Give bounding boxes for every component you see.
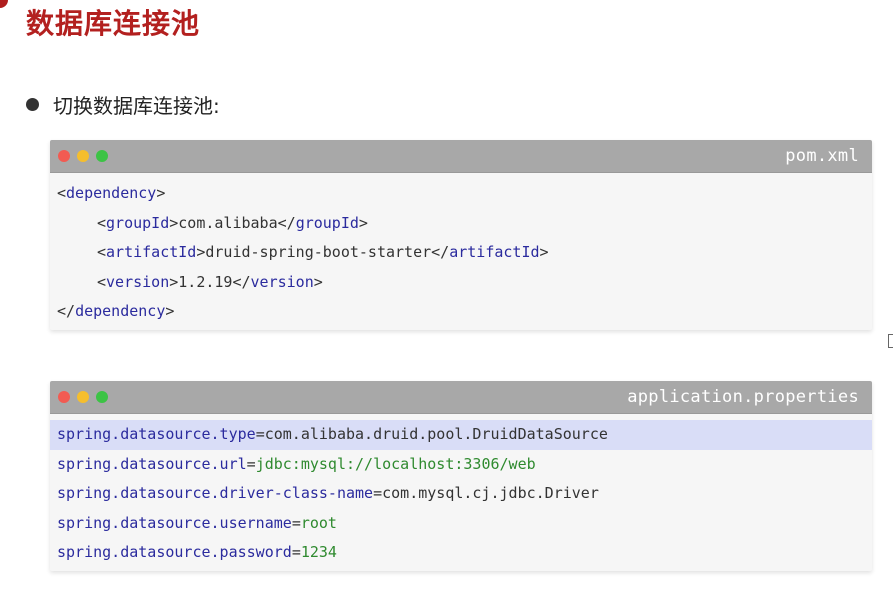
side-bracket-mark (888, 334, 893, 348)
property-line: spring.datasource.username=root (50, 509, 872, 539)
minimize-dot-icon (77, 150, 89, 162)
property-equals: = (246, 454, 256, 473)
close-dot-icon (58, 150, 70, 162)
code-line: <version>1.2.19</version> (50, 268, 872, 298)
xml-bracket: > (165, 302, 175, 320)
properties-titlebar: application.properties (50, 381, 872, 414)
pom-titlebar: pom.xml (50, 140, 872, 173)
maximize-dot-icon (96, 391, 108, 403)
xml-tag-name: artifactId (106, 243, 197, 261)
code-line: </dependency> (50, 297, 872, 327)
xml-bracket: > (169, 272, 179, 291)
property-value: 1234 (300, 543, 337, 561)
property-line: spring.datasource.driver-class-name=com.… (50, 479, 872, 509)
property-value: com.mysql.cj.jdbc.Driver (382, 484, 599, 502)
xml-value: 1.2.19 (178, 272, 233, 291)
xml-bracket: > (539, 243, 549, 261)
property-line: spring.datasource.password=1234 (50, 538, 872, 568)
xml-tag-name: version (106, 272, 170, 291)
xml-bracket: </ (277, 213, 296, 232)
xml-bracket: < (97, 213, 107, 232)
properties-code-window: application.properties spring.datasource… (50, 381, 872, 571)
xml-value: com.alibaba (178, 213, 278, 232)
property-key: spring.datasource.type (57, 425, 256, 443)
property-equals: = (373, 484, 383, 502)
xml-bracket: </ (232, 272, 251, 291)
property-equals: = (255, 425, 265, 443)
xml-bracket: > (169, 213, 179, 232)
xml-bracket: </ (431, 243, 450, 261)
pom-code-body: <dependency> <groupId>com.alibaba</groupI… (50, 173, 872, 327)
xml-bracket: > (358, 213, 368, 232)
properties-code-body: spring.datasource.type=com.alibaba.druid… (50, 414, 872, 568)
close-dot-icon (58, 391, 70, 403)
xml-tag-name: artifactId (449, 243, 540, 261)
minimize-dot-icon (77, 391, 89, 403)
code-line: <groupId>com.alibaba</groupId> (50, 209, 872, 239)
maximize-dot-icon (96, 150, 108, 162)
property-key: spring.datasource.username (57, 513, 292, 532)
property-line: spring.datasource.url=jdbc:mysql://local… (50, 450, 872, 480)
xml-bracket: < (97, 243, 107, 261)
corner-decoration (0, 0, 8, 8)
xml-tag-name: dependency (75, 302, 166, 320)
property-value: jdbc:mysql://localhost:3306/web (255, 454, 536, 473)
property-equals: = (291, 513, 301, 532)
xml-tag-name: dependency (66, 184, 157, 202)
pom-filename: pom.xml (785, 146, 859, 166)
xml-tag-name: groupId (106, 213, 170, 232)
window-controls (58, 391, 108, 403)
code-line: <dependency> (50, 179, 872, 209)
xml-bracket: > (156, 184, 166, 202)
xml-bracket: </ (57, 302, 76, 320)
xml-bracket: < (97, 272, 107, 291)
property-key: spring.datasource.password (57, 543, 292, 561)
xml-tag-name: groupId (295, 213, 359, 232)
xml-bracket: < (57, 184, 67, 202)
xml-tag-name: version (250, 272, 314, 291)
xml-bracket: > (313, 272, 323, 291)
property-key: spring.datasource.url (57, 454, 247, 473)
bullet-dot-icon (26, 97, 39, 111)
page-title: 数据库连接池 (26, 7, 201, 40)
property-equals: = (291, 543, 301, 561)
code-line: <artifactId>druid-spring-boot-starter</a… (50, 238, 872, 268)
pom-code-window: pom.xml <dependency> <groupId>com.alibaba… (50, 140, 872, 330)
bullet-text: 切换数据库连接池: (53, 93, 220, 118)
property-value: root (300, 513, 337, 532)
property-line: spring.datasource.type=com.alibaba.druid… (50, 420, 872, 450)
property-key: spring.datasource.driver-class-name (57, 484, 374, 502)
properties-filename: application.properties (627, 387, 859, 407)
xml-value: druid-spring-boot-starter (205, 243, 432, 261)
bullet-item: 切换数据库连接池: (26, 88, 220, 120)
property-value: com.alibaba.druid.pool.DruidDataSource (264, 425, 608, 443)
window-controls (58, 150, 108, 162)
